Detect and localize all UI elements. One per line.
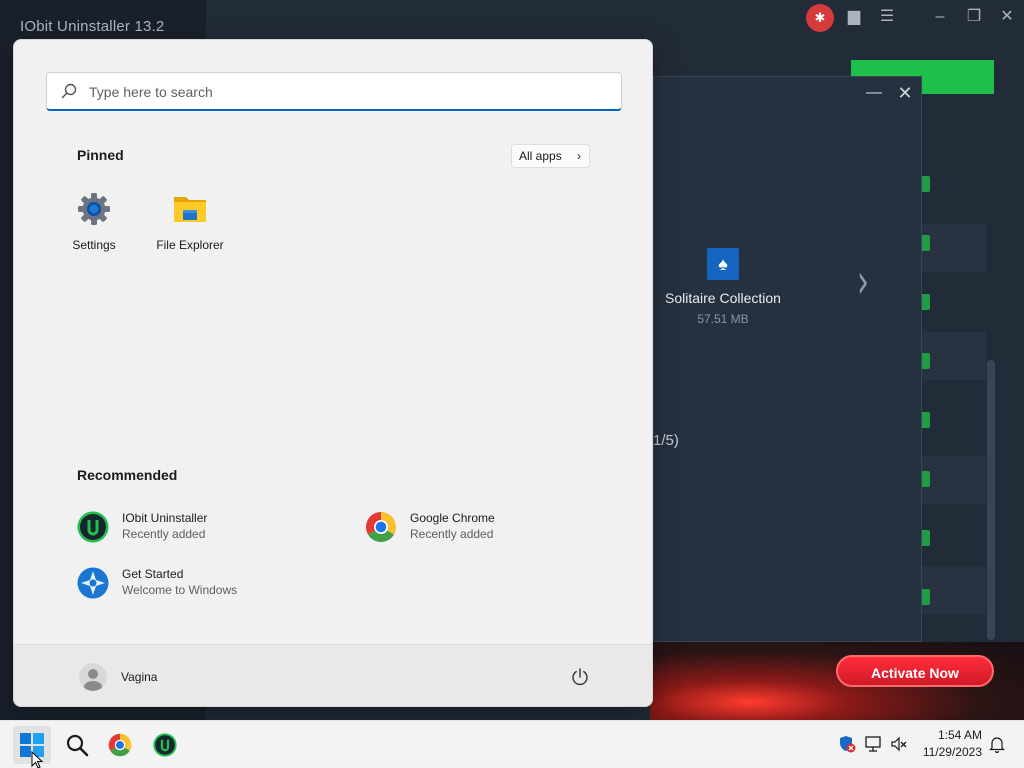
recommended-item-get-started[interactable]: Get Started Welcome to Windows: [77, 566, 327, 602]
chrome-icon: [365, 512, 397, 543]
solitaire-app-icon: ♠: [707, 248, 739, 280]
gift-icon[interactable]: ✱: [806, 4, 834, 32]
pinned-app-settings[interactable]: Settings: [46, 190, 142, 252]
start-menu-footer: Vagina: [14, 644, 652, 706]
recommended-heading: Recommended: [77, 467, 178, 483]
scrollbar[interactable]: [987, 360, 995, 640]
recommended-item-iobit[interactable]: IObit Uninstaller Recently added: [77, 510, 327, 546]
clock-time[interactable]: 1:54 AM: [920, 728, 982, 742]
all-apps-button[interactable]: All apps ›: [511, 144, 590, 168]
start-menu: Pinned All apps › Settings File Explorer…: [13, 39, 653, 707]
pinned-app-label: Settings: [72, 238, 116, 252]
clock-date[interactable]: 11/29/2023: [910, 745, 982, 759]
get-started-icon: [77, 567, 109, 599]
close-icon[interactable]: ✕: [996, 6, 1018, 28]
network-icon[interactable]: [864, 735, 882, 753]
chevron-right-icon[interactable]: ›: [857, 255, 869, 311]
recommended-item-chrome[interactable]: Google Chrome Recently added: [365, 510, 615, 546]
search-input[interactable]: [89, 81, 589, 103]
minimize-icon[interactable]: –: [929, 6, 951, 28]
recommended-subtitle: Recently added: [410, 527, 494, 541]
settings-gear-icon: [78, 193, 110, 225]
minimize-icon[interactable]: —: [864, 83, 884, 103]
taskbar-chrome-button[interactable]: [101, 726, 139, 764]
menu-icon[interactable]: ☰: [876, 6, 898, 28]
pinned-app-file-explorer[interactable]: File Explorer: [142, 190, 238, 252]
chevron-right-icon: ›: [577, 149, 581, 163]
defender-shield-icon[interactable]: [838, 735, 856, 753]
notification-icon[interactable]: [988, 735, 1006, 753]
mouse-cursor-icon: [31, 751, 44, 768]
app-detail-panel: — ✕ ♠ Solitaire Collection 57.51 MB › (1…: [648, 76, 922, 642]
recommended-title: Get Started: [122, 567, 184, 581]
recommended-title: Google Chrome: [410, 511, 495, 525]
volume-muted-icon[interactable]: [890, 735, 908, 753]
search-box[interactable]: [46, 72, 622, 111]
taskbar-iobit-button[interactable]: [146, 726, 184, 764]
toolbox-icon[interactable]: ▆: [843, 6, 865, 28]
close-icon[interactable]: ✕: [895, 83, 915, 103]
search-icon: [61, 83, 77, 99]
pinned-heading: Pinned: [77, 147, 124, 163]
user-name[interactable]: Vagina: [121, 670, 157, 684]
iobit-window-title: IObit Uninstaller 13.2: [20, 18, 165, 35]
recommended-subtitle: Welcome to Windows: [122, 583, 238, 597]
avatar[interactable]: [79, 663, 107, 691]
all-apps-label: All apps: [519, 149, 562, 163]
search-icon: [66, 734, 89, 757]
chrome-icon: [108, 733, 132, 757]
pinned-app-label: File Explorer: [156, 238, 224, 252]
recommended-title: IObit Uninstaller: [122, 511, 208, 525]
recommended-subtitle: Recently added: [122, 527, 206, 541]
activate-now-button[interactable]: Activate Now: [836, 655, 994, 687]
app-size: 57.51 MB: [697, 312, 749, 326]
power-icon[interactable]: [570, 667, 590, 687]
app-name: Solitaire Collection: [665, 290, 781, 306]
taskbar-search-button[interactable]: [58, 726, 96, 764]
iobit-uninstaller-icon: [153, 733, 177, 757]
iobit-uninstaller-icon: [77, 511, 109, 543]
maximize-icon[interactable]: ❐: [963, 6, 985, 28]
folder-icon: [174, 197, 206, 222]
user-icon: [84, 669, 102, 691]
